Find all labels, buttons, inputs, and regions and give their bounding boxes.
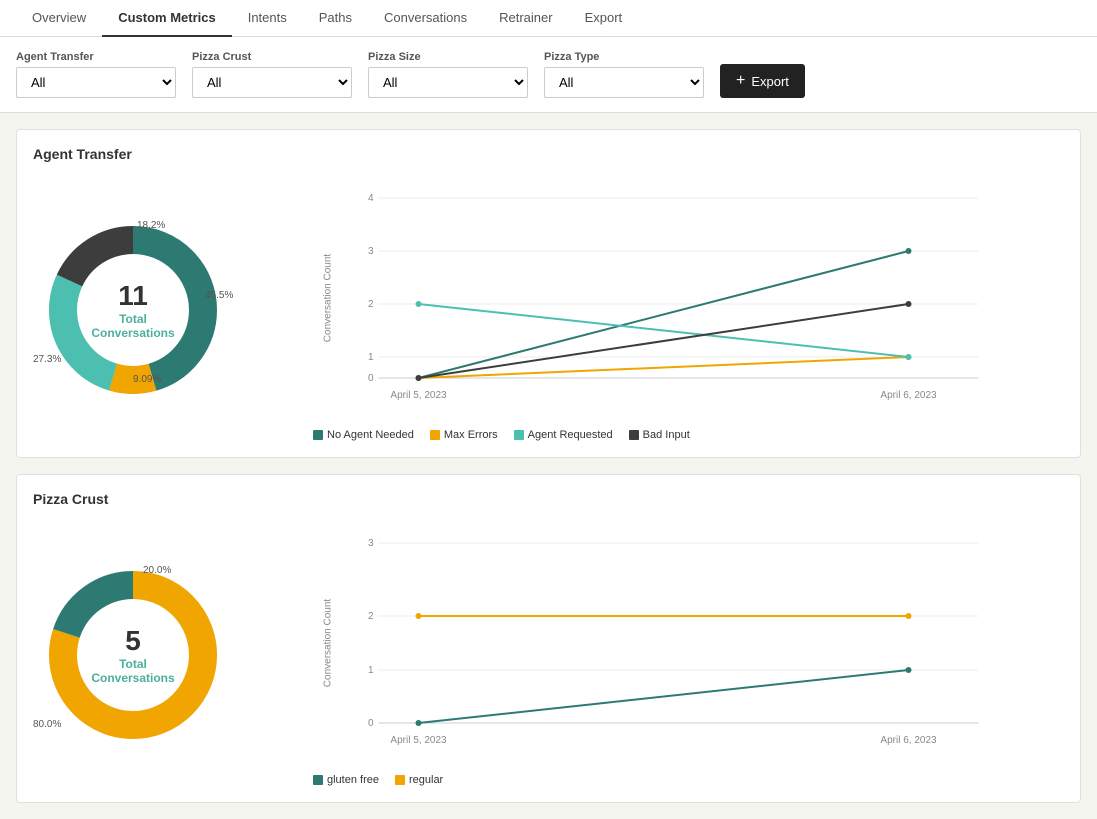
filter-pizza-size: Pizza Size All <box>368 51 528 98</box>
filter-pizza-type: Pizza Type All <box>544 51 704 98</box>
pizza-crust-chart: Conversation Count 3 2 1 0 April 5, 2023… <box>253 523 1064 763</box>
legend-max-errors-dot <box>430 430 440 440</box>
svg-text:April 5, 2023: April 5, 2023 <box>390 735 447 746</box>
agent-transfer-body: 11 TotalConversations 18.2% 45.5% 9.09% … <box>33 178 1064 441</box>
agent-transfer-chart: Conversation Count 4 3 2 1 0 April 5, 20… <box>253 178 1064 418</box>
svg-text:April 6, 2023: April 6, 2023 <box>880 390 937 401</box>
nav-bar: Overview Custom Metrics Intents Paths Co… <box>0 0 1097 37</box>
export-button-label: Export <box>751 74 789 89</box>
agent-transfer-chart-area: Conversation Count 4 3 2 1 0 April 5, 20… <box>253 178 1064 441</box>
svg-text:Conversation Count: Conversation Count <box>323 599 334 688</box>
filter-pizza-crust: Pizza Crust All <box>192 51 352 98</box>
nav-item-custom-metrics[interactable]: Custom Metrics <box>102 0 232 37</box>
legend-gluten-free-dot <box>313 775 323 785</box>
filter-pizza-type-select[interactable]: All <box>544 67 704 98</box>
pizza-crust-title: Pizza Crust <box>33 491 1064 507</box>
legend-bad-input-label: Bad Input <box>643 429 690 441</box>
filter-pizza-size-select[interactable]: All <box>368 67 528 98</box>
legend-bad-input-dot <box>629 430 639 440</box>
filter-pizza-crust-label: Pizza Crust <box>192 51 352 63</box>
svg-text:4: 4 <box>368 193 374 204</box>
donut-total-label: TotalConversations <box>91 312 174 340</box>
legend-no-agent-label: No Agent Needed <box>327 429 414 441</box>
svg-text:April 5, 2023: April 5, 2023 <box>390 390 447 401</box>
export-button[interactable]: + Export <box>720 64 805 98</box>
filter-agent-transfer: Agent Transfer All <box>16 51 176 98</box>
legend-agent-requested: Agent Requested <box>514 429 613 441</box>
pizza-donut-total-label: TotalConversations <box>91 657 174 685</box>
pct-label-4: 27.3% <box>33 354 61 365</box>
filter-agent-transfer-label: Agent Transfer <box>16 51 176 63</box>
agent-transfer-title: Agent Transfer <box>33 146 1064 162</box>
pizza-donut-center: 5 TotalConversations <box>91 625 174 685</box>
svg-text:1: 1 <box>368 665 374 676</box>
nav-item-export[interactable]: Export <box>569 0 639 37</box>
legend-regular-label: regular <box>409 774 443 786</box>
pizza-pct-label-2: 80.0% <box>33 719 61 730</box>
pizza-crust-body: 5 TotalConversations 20.0% 80.0% Convers… <box>33 523 1064 786</box>
donut-total-number: 11 <box>91 280 174 312</box>
svg-text:Conversation Count: Conversation Count <box>323 254 334 343</box>
svg-text:April 6, 2023: April 6, 2023 <box>880 735 937 746</box>
svg-text:3: 3 <box>368 246 374 257</box>
pizza-pct-label-1: 20.0% <box>143 565 171 576</box>
nav-item-conversations[interactable]: Conversations <box>368 0 483 37</box>
agent-transfer-legend: No Agent Needed Max Errors Agent Request… <box>253 429 1064 441</box>
pct-label-1: 18.2% <box>137 220 165 231</box>
pizza-crust-donut: 5 TotalConversations 20.0% 80.0% <box>33 555 233 755</box>
legend-gluten-free: gluten free <box>313 774 379 786</box>
svg-text:0: 0 <box>368 718 374 729</box>
filter-pizza-crust-select[interactable]: All <box>192 67 352 98</box>
pct-label-3: 9.09% <box>133 374 161 385</box>
nav-item-overview[interactable]: Overview <box>16 0 102 37</box>
svg-text:0: 0 <box>368 373 374 384</box>
svg-text:2: 2 <box>368 299 374 310</box>
filters-bar: Agent Transfer All Pizza Crust All Pizza… <box>0 37 1097 113</box>
legend-no-agent: No Agent Needed <box>313 429 414 441</box>
legend-no-agent-dot <box>313 430 323 440</box>
legend-regular: regular <box>395 774 443 786</box>
legend-agent-requested-label: Agent Requested <box>528 429 613 441</box>
svg-text:1: 1 <box>368 352 374 363</box>
agent-transfer-section: Agent Transfer <box>16 129 1081 458</box>
legend-regular-dot <box>395 775 405 785</box>
pizza-donut-total-number: 5 <box>91 625 174 657</box>
filter-pizza-type-label: Pizza Type <box>544 51 704 63</box>
legend-gluten-free-label: gluten free <box>327 774 379 786</box>
pizza-crust-section: Pizza Crust 5 TotalConversations 20.0% 8… <box>16 474 1081 803</box>
agent-transfer-donut: 11 TotalConversations 18.2% 45.5% 9.09% … <box>33 210 233 410</box>
svg-text:2: 2 <box>368 611 374 622</box>
main-content: Agent Transfer <box>0 113 1097 819</box>
plus-icon: + <box>736 72 745 90</box>
nav-item-paths[interactable]: Paths <box>303 0 368 37</box>
pizza-crust-chart-area: Conversation Count 3 2 1 0 April 5, 2023… <box>253 523 1064 786</box>
donut-center: 11 TotalConversations <box>91 280 174 340</box>
filter-pizza-size-label: Pizza Size <box>368 51 528 63</box>
nav-item-retrainer[interactable]: Retrainer <box>483 0 568 37</box>
legend-max-errors-label: Max Errors <box>444 429 498 441</box>
legend-max-errors: Max Errors <box>430 429 498 441</box>
nav-item-intents[interactable]: Intents <box>232 0 303 37</box>
filter-agent-transfer-select[interactable]: All <box>16 67 176 98</box>
legend-bad-input: Bad Input <box>629 429 690 441</box>
svg-text:3: 3 <box>368 538 374 549</box>
pct-label-2: 45.5% <box>205 290 233 301</box>
legend-agent-requested-dot <box>514 430 524 440</box>
pizza-crust-legend: gluten free regular <box>253 774 1064 786</box>
